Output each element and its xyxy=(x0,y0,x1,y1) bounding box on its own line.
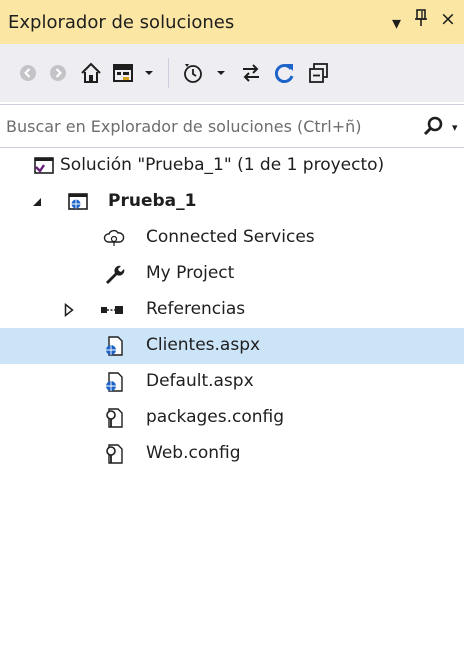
config-file-icon xyxy=(102,406,126,430)
collapse-all-icon xyxy=(309,63,328,83)
aspx-file-icon xyxy=(102,334,126,358)
references-icon xyxy=(100,298,124,322)
pin-icon[interactable] xyxy=(414,9,428,32)
home-button[interactable] xyxy=(76,44,106,102)
back-arrow-icon xyxy=(20,65,36,81)
window-position-dropdown-icon[interactable]: ▾ xyxy=(392,13,401,34)
close-icon[interactable]: × xyxy=(440,8,456,30)
back-button[interactable] xyxy=(14,44,42,102)
forward-button[interactable] xyxy=(44,44,72,102)
tree-item-web-config[interactable]: Web.config xyxy=(0,436,464,472)
tree-item-label: Connected Services xyxy=(146,227,315,247)
panel-title: Explorador de soluciones xyxy=(8,11,235,33)
web-project-icon xyxy=(66,190,90,214)
sync-active-document-button[interactable] xyxy=(236,44,266,102)
aspx-file-icon xyxy=(102,370,126,394)
wrench-icon xyxy=(102,262,126,286)
config-file-icon xyxy=(102,442,126,466)
home-icon xyxy=(81,62,101,83)
tree-item-project[interactable]: Prueba_1 xyxy=(0,184,464,220)
search-input[interactable] xyxy=(6,106,416,146)
history-clock-icon xyxy=(184,64,225,83)
pending-changes-filter-button[interactable] xyxy=(180,44,232,102)
solution-folder-icon xyxy=(113,64,153,82)
tree-item-clientes-aspx[interactable]: Clientes.aspx xyxy=(0,328,464,364)
connected-services-icon xyxy=(102,226,126,250)
tree-item-label: Default.aspx xyxy=(146,371,254,391)
tree-item-label: Web.config xyxy=(146,443,241,463)
tree-item-label: Referencias xyxy=(146,299,246,319)
tree-item-label: Solución "Prueba_1" (1 de 1 proyecto) xyxy=(60,155,385,175)
solution-tree: Solución "Prueba_1" (1 de 1 proyecto) Pr… xyxy=(0,148,464,658)
toolbar xyxy=(0,44,464,102)
tree-item-label: My Project xyxy=(146,263,235,283)
refresh-button[interactable] xyxy=(270,44,300,102)
search-icon[interactable] xyxy=(422,115,444,141)
tree-item-default-aspx[interactable]: Default.aspx xyxy=(0,364,464,400)
search-options-dropdown-icon[interactable]: ▾ xyxy=(452,121,458,134)
tree-item-label: packages.config xyxy=(146,407,285,427)
tree-item-label: Prueba_1 xyxy=(108,191,197,211)
collapse-arrow-icon[interactable] xyxy=(30,193,44,211)
tree-item-packages-config[interactable]: packages.config xyxy=(0,400,464,436)
tree-item-references[interactable]: Referencias xyxy=(0,292,464,328)
search-bar: ▾ xyxy=(0,104,464,148)
switch-views-button[interactable] xyxy=(110,44,156,102)
collapse-all-button[interactable] xyxy=(304,44,334,102)
tree-item-connected-services[interactable]: Connected Services xyxy=(0,220,464,256)
sync-arrows-icon xyxy=(243,64,259,82)
tree-item-my-project[interactable]: My Project xyxy=(0,256,464,292)
refresh-icon xyxy=(274,64,294,83)
panel-title-bar: Explorador de soluciones ▾ × xyxy=(0,0,464,44)
expand-arrow-icon[interactable] xyxy=(62,301,76,319)
tree-item-solution[interactable]: Solución "Prueba_1" (1 de 1 proyecto) xyxy=(0,148,464,184)
tree-item-label: Clientes.aspx xyxy=(146,335,261,355)
forward-arrow-icon xyxy=(50,65,66,81)
toolbar-separator xyxy=(168,58,169,88)
solution-icon xyxy=(32,154,56,178)
